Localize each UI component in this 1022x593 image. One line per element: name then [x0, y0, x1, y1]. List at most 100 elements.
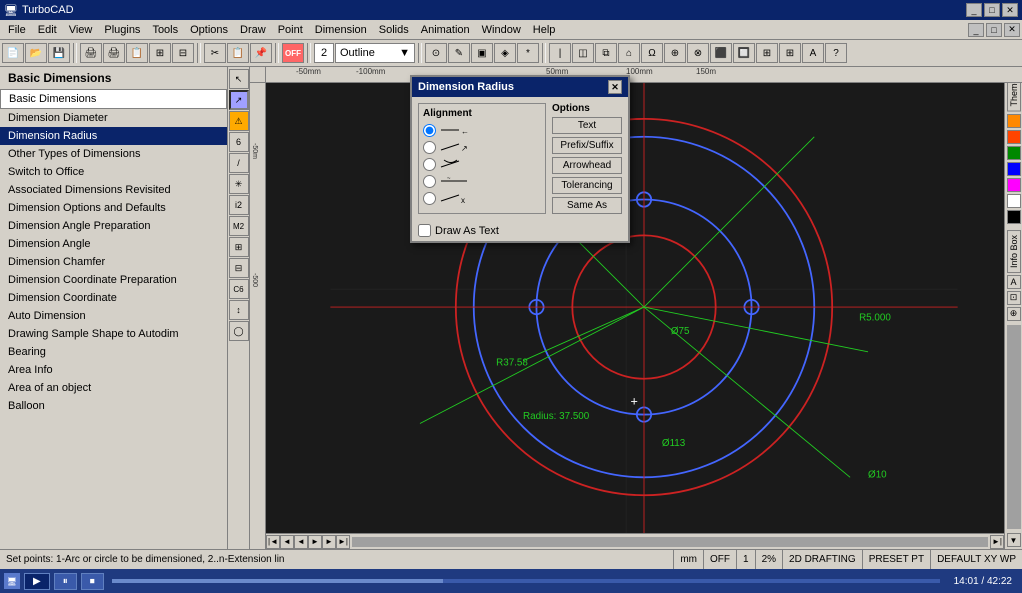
radio-align-3[interactable] — [423, 158, 436, 171]
tb-extra10[interactable]: ⊞ — [756, 43, 778, 63]
menu-options[interactable]: Options — [184, 22, 234, 38]
lt-grid2[interactable]: ⊟ — [229, 258, 249, 278]
menu-view[interactable]: View — [63, 22, 99, 38]
lt-c6[interactable]: C6 — [229, 279, 249, 299]
tb-extra7[interactable]: ⊗ — [687, 43, 709, 63]
tb-extra3[interactable]: ⧉ — [595, 43, 617, 63]
menu-dimension[interactable]: Dimension — [309, 22, 373, 38]
sidebar-item-area-info[interactable]: Area Info — [0, 361, 227, 379]
tb-print[interactable]: 🖨 — [80, 43, 102, 63]
scroll-left2[interactable]: ◄ — [294, 535, 308, 549]
tb-b2[interactable]: ⊟ — [172, 43, 194, 63]
menu-file[interactable]: File — [2, 22, 32, 38]
scroll-end[interactable]: ►| — [336, 535, 350, 549]
lt-pointer[interactable]: ↕ — [229, 300, 249, 320]
btn-arrowhead[interactable]: Arrowhead — [552, 157, 622, 174]
lt-star[interactable]: ✳ — [229, 174, 249, 194]
color-green[interactable] — [1007, 146, 1021, 160]
tb-save[interactable]: 💾 — [48, 43, 70, 63]
sidebar-item-associated-revisited[interactable]: Associated Dimensions Revisited — [0, 181, 227, 199]
lt-line[interactable]: / — [229, 153, 249, 173]
menu-draw[interactable]: Draw — [234, 22, 272, 38]
taskbar-btn-play[interactable]: ▶ — [24, 573, 50, 590]
tb-snap3[interactable]: ▣ — [471, 43, 493, 63]
menu-help[interactable]: Help — [527, 22, 562, 38]
snap-tool-btn[interactable]: ⊡ — [1007, 291, 1021, 305]
radio-align-5[interactable] — [423, 192, 436, 205]
tb-paste[interactable]: 📌 — [250, 43, 272, 63]
btn-prefix-suffix[interactable]: Prefix/Suffix — [552, 137, 622, 154]
btn-same-as[interactable]: Same As — [552, 197, 622, 214]
color-red[interactable] — [1007, 130, 1021, 144]
tb-extra11[interactable]: ⊞ — [779, 43, 801, 63]
color-magenta[interactable] — [1007, 178, 1021, 192]
text-tool-btn[interactable]: A — [1007, 275, 1021, 289]
tb-extra9[interactable]: 🔲 — [733, 43, 755, 63]
btn-text[interactable]: Text — [552, 117, 622, 134]
tb-extra5[interactable]: Ω — [641, 43, 663, 63]
sidebar-item-basic-dimensions[interactable]: Basic Dimensions — [0, 89, 227, 109]
tb-snap5[interactable]: * — [517, 43, 539, 63]
radio-align-1[interactable] — [423, 124, 436, 137]
h-scrollbar-track[interactable] — [352, 537, 988, 547]
tb-stop[interactable]: OFF — [282, 43, 304, 63]
color-white[interactable] — [1007, 194, 1021, 208]
tb-extra2[interactable]: ◫ — [572, 43, 594, 63]
sidebar-item-chamfer[interactable]: Dimension Chamfer — [0, 253, 227, 271]
sidebar-item-angle-prep[interactable]: Dimension Angle Preparation — [0, 217, 227, 235]
maximize-button[interactable]: □ — [984, 3, 1000, 17]
menu-animation[interactable]: Animation — [415, 22, 476, 38]
app-close-button[interactable]: ✕ — [1004, 23, 1020, 37]
btn-tolerancing[interactable]: Tolerancing — [552, 177, 622, 194]
app-minimize-button[interactable]: _ — [968, 23, 984, 37]
tb-cut[interactable]: ✂ — [204, 43, 226, 63]
app-restore-button[interactable]: □ — [986, 23, 1002, 37]
scroll-left[interactable]: ◄ — [280, 535, 294, 549]
lt-num6[interactable]: 6 — [229, 132, 249, 152]
tb-extra8[interactable]: ⬛ — [710, 43, 732, 63]
sidebar-item-coordinate[interactable]: Dimension Coordinate — [0, 289, 227, 307]
sidebar-item-balloon[interactable]: Balloon — [0, 397, 227, 415]
sidebar-item-dimension-radius[interactable]: Dimension Radius — [0, 127, 227, 145]
tb-extra6[interactable]: ⊕ — [664, 43, 686, 63]
minimize-button[interactable]: _ — [966, 3, 982, 17]
sidebar-item-dimension-diameter[interactable]: Dimension Diameter — [0, 109, 227, 127]
sidebar-item-drawing-sample[interactable]: Drawing Sample Shape to Autodim — [0, 325, 227, 343]
scroll-home[interactable]: |◄ — [266, 535, 280, 549]
color-orange[interactable] — [1007, 114, 1021, 128]
lt-i2[interactable]: i2 — [229, 195, 249, 215]
draw-as-text-checkbox[interactable] — [418, 224, 431, 237]
sidebar-item-options-defaults[interactable]: Dimension Options and Defaults — [0, 199, 227, 217]
status-coord[interactable]: DEFAULT XY WP — [930, 550, 1022, 569]
tb-b1[interactable]: ⊞ — [149, 43, 171, 63]
close-button[interactable]: ✕ — [1002, 3, 1018, 17]
status-off[interactable]: OFF — [703, 550, 736, 569]
sidebar-item-other-types[interactable]: Other Types of Dimensions — [0, 145, 227, 163]
lt-m2[interactable]: M2 — [229, 216, 249, 236]
tb-copy[interactable]: 📋 — [227, 43, 249, 63]
sidebar-item-angle[interactable]: Dimension Angle — [0, 235, 227, 253]
lt-arrow[interactable]: ↗ — [229, 90, 249, 110]
menu-solids[interactable]: Solids — [373, 22, 415, 38]
sidebar-item-coord-prep[interactable]: Dimension Coordinate Preparation — [0, 271, 227, 289]
tb-snap4[interactable]: ◈ — [494, 43, 516, 63]
tb-new[interactable]: 📄 — [2, 43, 24, 63]
info-box-tab[interactable]: Info Box — [1007, 230, 1021, 273]
status-preset[interactable]: PRESET PT — [862, 550, 930, 569]
lt-select[interactable]: ↖ — [229, 69, 249, 89]
lt-circle[interactable]: ◯ — [229, 321, 249, 341]
tb-outline-dropdown[interactable]: Outline ▼ — [335, 43, 415, 63]
tb-extra1[interactable]: | — [549, 43, 571, 63]
tb-print-prev[interactable]: 🖨 — [103, 43, 125, 63]
menu-plugins[interactable]: Plugins — [98, 22, 146, 38]
color-black[interactable] — [1007, 210, 1021, 224]
taskbar-btn-stop[interactable]: ⏹ — [81, 573, 104, 590]
scroll-right2[interactable]: ► — [322, 535, 336, 549]
sidebar-item-bearing[interactable]: Bearing — [0, 343, 227, 361]
sidebar-item-area-object[interactable]: Area of an object — [0, 379, 227, 397]
color-blue[interactable] — [1007, 162, 1021, 176]
zoom-tool-btn[interactable]: ⊕ — [1007, 307, 1021, 321]
menu-window[interactable]: Window — [476, 22, 527, 38]
scroll-end2[interactable]: ►| — [990, 535, 1004, 549]
tb-snap2[interactable]: ✎ — [448, 43, 470, 63]
